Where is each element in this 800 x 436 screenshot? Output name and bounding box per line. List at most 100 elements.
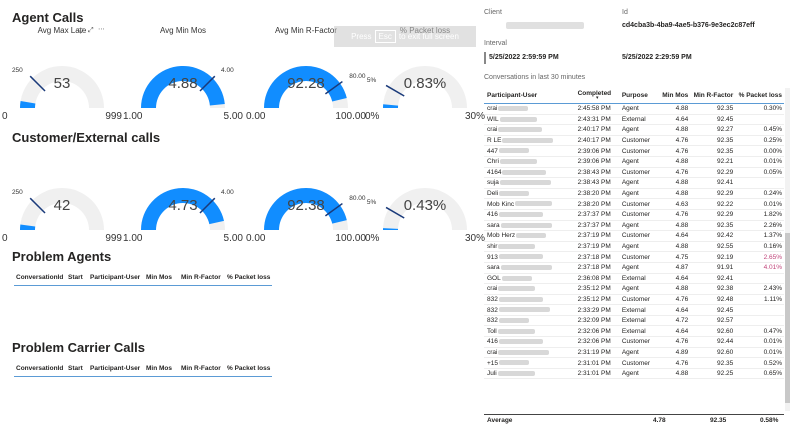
col-conversationid[interactable]: ConversationId <box>16 365 63 372</box>
table-row[interactable]: Toll 2:32:06 PM External 4.64 92.60 0.47% <box>484 325 784 338</box>
client-label: Client <box>484 9 502 16</box>
col-min-rfactor[interactable]: Min R-Factor <box>181 365 221 372</box>
gauge-value: 4.88 <box>168 75 198 92</box>
conv-col-min-r-factor[interactable]: Min R-Factor <box>690 88 736 104</box>
agent-gauge-1[interactable]: Avg Min Mos 4.88 1.00 5.00 4.00 <box>123 26 243 131</box>
col-start[interactable]: Start <box>68 274 83 281</box>
conv-col-min-mos[interactable]: Min Mos <box>659 88 691 104</box>
client-value-redacted <box>506 22 584 29</box>
col-min-mos[interactable]: Min Mos <box>146 365 172 372</box>
table-row[interactable]: 832 2:35:12 PM Customer 4.76 92.48 1.11% <box>484 294 784 306</box>
gauge-target-label: 250 <box>11 66 23 74</box>
table-row[interactable]: shir 2:37:19 PM Agent 4.88 92.55 0.16% <box>484 241 784 253</box>
table-row[interactable]: crai 2:45:58 PM Agent 4.88 92.35 0.30% <box>484 103 784 115</box>
gauge-value: 0.43% <box>403 197 447 214</box>
table-row[interactable]: GOL 2:36:08 PM External 4.64 92.41 <box>484 273 784 285</box>
footer-label: Average <box>487 417 513 424</box>
gauge-value: 42 <box>53 197 71 214</box>
gauge-value: 92.28 <box>287 75 325 92</box>
table-row[interactable]: crai 2:31:19 PM Agent 4.89 92.60 0.01% <box>484 347 784 359</box>
gauge-max: 30% <box>464 233 485 244</box>
problem-carrier-heading: Problem Carrier Calls <box>12 340 145 355</box>
table-row[interactable]: 416 2:37:37 PM Customer 4.76 92.29 1.82% <box>484 209 784 221</box>
conv-col--packet-loss[interactable]: % Packet loss <box>735 88 784 104</box>
gauge-min: 1.00 <box>123 233 143 244</box>
gauge-target-label: 80.00 <box>349 195 366 203</box>
table-row[interactable]: sara 2:37:37 PM Agent 4.88 92.35 2.26% <box>484 220 784 232</box>
conversations-table: Participant-User Completed ▾ Purpose Min Mos… <box>484 88 784 380</box>
more-options-icon[interactable]: ⋯ <box>98 25 105 33</box>
gauge-max: 100.00 <box>335 233 366 244</box>
gauge-target-label: 5% <box>366 199 377 207</box>
gauge-max: 5.00 <box>223 233 243 244</box>
col-participant-user[interactable]: Participant-User <box>90 365 140 372</box>
interval-end: 5/25/2022 2:29:59 PM <box>622 54 692 61</box>
table-row[interactable]: Mob Kinc 2:38:20 PM Customer 4.63 92.22 0.01% <box>484 198 784 210</box>
gauge-max: 999 <box>105 233 122 244</box>
col-packet-loss[interactable]: % Packet loss <box>227 365 270 372</box>
col-participant-user[interactable]: Participant-User <box>90 274 140 281</box>
id-label: Id <box>622 9 628 16</box>
gauge-max: 999 <box>105 111 122 122</box>
gauge-target-label: 5% <box>366 77 377 85</box>
table-row[interactable]: 832 2:32:09 PM External 4.72 92.57 <box>484 315 784 327</box>
table-row[interactable]: crai 2:35:12 PM Agent 4.88 92.38 2.43% <box>484 283 784 295</box>
expand-icon[interactable]: ⤢ <box>88 27 94 35</box>
customer-gauge-2[interactable]: 92.38 0.00 100.00 80.00 <box>246 148 366 253</box>
table-row[interactable]: 913 2:37:18 PM Customer 4.75 92.19 2.65% <box>484 251 784 263</box>
col-conversationid[interactable]: ConversationId <box>16 274 63 281</box>
customer-calls-heading: Customer/External calls <box>12 130 161 145</box>
table-row[interactable]: Deli 2:38:20 PM Agent 4.88 92.29 0.24% <box>484 188 784 200</box>
table-row[interactable]: +15 2:31:01 PM Customer 4.76 92.35 0.52% <box>484 357 784 369</box>
conv-col-purpose[interactable]: Purpose <box>618 88 660 104</box>
gauge-value: 53 <box>53 75 71 92</box>
gauge-max: 30% <box>464 111 485 122</box>
gauge-min: 0 <box>2 111 8 122</box>
gauge-target-label: 4.00 <box>221 66 234 74</box>
table-row[interactable]: 416 2:32:06 PM Customer 4.76 92.44 0.01% <box>484 336 784 348</box>
gauge-target-label: 4.00 <box>221 188 234 196</box>
table-row[interactable]: 4164 2:38:43 PM Customer 4.76 92.29 0.05% <box>484 167 784 179</box>
agent-gauge-0[interactable]: Avg Max Late 53 0 999 250 <box>2 26 122 131</box>
table-row[interactable]: Mob Herz 2:37:19 PM Customer 4.64 92.42 1.37% <box>484 230 784 242</box>
table-row[interactable]: 832 2:33:29 PM External 4.64 92.45 <box>484 304 784 316</box>
table-scrollbar[interactable] <box>785 88 790 411</box>
gauge-min: 0% <box>365 233 380 244</box>
table-row[interactable]: WIL 2:43:31 PM External 4.64 92.45 <box>484 114 784 126</box>
col-min-mos[interactable]: Min Mos <box>146 274 172 281</box>
footer-min-mos: 4.78 <box>653 417 666 424</box>
gauge-title: Avg Min Mos <box>159 26 207 35</box>
table-footer: Average 4.78 92.35 0.58% <box>484 414 784 425</box>
table-row[interactable]: suja 2:38:43 PM Agent 4.88 92.41 <box>484 177 784 189</box>
interval-label: Interval <box>484 40 507 47</box>
conv-col-participant-user[interactable]: Participant-User <box>484 88 575 104</box>
table-row[interactable]: R LE 2:40:17 PM Customer 4.76 92.35 0.25% <box>484 135 784 147</box>
conversations-title: Conversations in last 30 minutes <box>484 74 586 81</box>
col-packet-loss[interactable]: % Packet loss <box>227 274 270 281</box>
table-row[interactable]: Chri 2:39:06 PM Agent 4.88 92.21 0.01% <box>484 156 784 168</box>
col-start[interactable]: Start <box>68 365 83 372</box>
gauge-value: 92.38 <box>287 197 325 214</box>
table-row[interactable]: crai 2:40:17 PM Agent 4.88 92.27 0.45% <box>484 124 784 136</box>
conv-col-completed[interactable]: Completed ▾ <box>574 88 619 104</box>
gauge-target-label: 250 <box>11 188 23 196</box>
gauge-value: 0.83% <box>403 75 447 92</box>
table-row[interactable]: sara 2:37:18 PM Agent 4.87 91.91 4.01% <box>484 262 784 274</box>
customer-gauge-3[interactable]: 0.43% 0% 30% 5% <box>365 148 485 253</box>
col-min-rfactor[interactable]: Min R-Factor <box>181 274 221 281</box>
interval-start: 5/25/2022 2:59:59 PM <box>489 54 559 61</box>
filter-icon[interactable]: ▽ <box>78 27 83 35</box>
gauge-target-label: 80.00 <box>349 73 366 81</box>
table-row[interactable]: 447 2:39:06 PM Customer 4.76 92.35 0.00% <box>484 145 784 157</box>
gauge-min: 0.00 <box>246 111 266 122</box>
gauge-max: 5.00 <box>223 111 243 122</box>
footer-packet-loss: 0.58% <box>760 417 779 424</box>
agent-calls-heading: Agent Calls <box>12 10 84 25</box>
footer-min-rfactor: 92.35 <box>710 417 727 424</box>
fullscreen-exit-hint: Press Esc to exit full screen <box>334 26 476 47</box>
table-row[interactable]: Juli 2:31:01 PM Agent 4.88 92.25 0.65% <box>484 368 784 380</box>
gauge-value: 4.73 <box>168 197 198 214</box>
customer-gauge-0[interactable]: 42 0 999 250 <box>2 148 122 253</box>
gauge-min: 0.00 <box>246 233 266 244</box>
customer-gauge-1[interactable]: 4.73 1.00 5.00 4.00 <box>123 148 243 253</box>
